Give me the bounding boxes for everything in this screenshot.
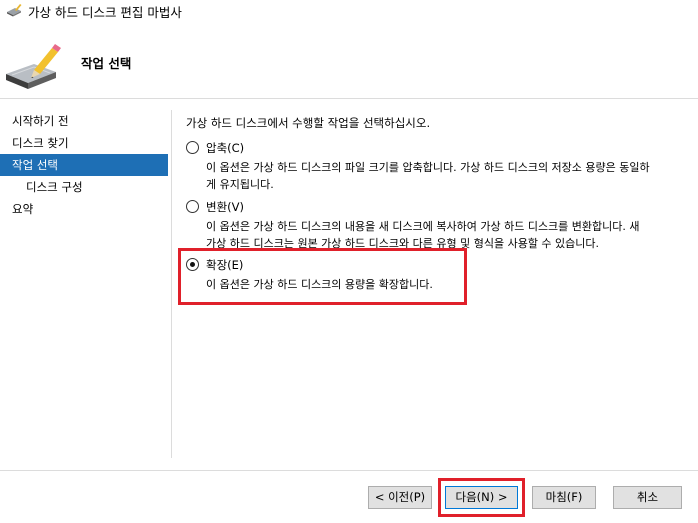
expand-radio[interactable]	[186, 258, 199, 271]
disk-edit-icon	[6, 44, 61, 89]
expand-desc-line1: 이 옵션은 가상 하드 디스크의 용량을 확장합니다.	[206, 278, 433, 291]
finish-button[interactable]: 마침(F)	[532, 486, 596, 509]
nav-item-summary[interactable]: 요약	[0, 198, 168, 220]
convert-label[interactable]: 변환(V)	[206, 199, 244, 215]
expand-label[interactable]: 확장(E)	[206, 257, 243, 273]
convert-desc-line1: 이 옵션은 가상 하드 디스크의 내용을 새 디스크에 복사하여 가상 하드 디…	[206, 220, 640, 233]
instruction-text: 가상 하드 디스크에서 수행할 작업을 선택하십시오.	[186, 116, 431, 130]
page-title: 작업 선택	[81, 56, 132, 71]
wizard-steps-nav: 시작하기 전 디스크 찾기 작업 선택 디스크 구성 요약	[0, 110, 168, 220]
compact-desc-line2: 게 유지됩니다.	[206, 178, 274, 191]
nav-divider	[171, 110, 172, 458]
window-title: 가상 하드 디스크 편집 마법사	[28, 5, 182, 20]
disk-wizard-icon	[7, 4, 22, 17]
nav-item-configure-disk[interactable]: 디스크 구성	[0, 176, 168, 198]
nav-item-locate-disk[interactable]: 디스크 찾기	[0, 132, 168, 154]
compact-desc-line1: 이 옵션은 가상 하드 디스크의 파일 크기를 압축합니다. 가상 하드 디스크…	[206, 161, 650, 174]
compact-radio[interactable]	[186, 141, 199, 154]
convert-radio[interactable]	[186, 200, 199, 213]
next-highlight-box	[438, 478, 525, 517]
previous-button[interactable]: < 이전(P)	[368, 486, 432, 509]
compact-description: 이 옵션은 가상 하드 디스크의 파일 크기를 압축합니다. 가상 하드 디스크…	[206, 159, 676, 193]
title-bar: 가상 하드 디스크 편집 마법사	[0, 0, 698, 22]
convert-description: 이 옵션은 가상 하드 디스크의 내용을 새 디스크에 복사하여 가상 하드 디…	[206, 218, 676, 252]
expand-description: 이 옵션은 가상 하드 디스크의 용량을 확장합니다.	[206, 276, 676, 293]
wizard-header: 작업 선택	[0, 22, 698, 99]
cancel-button[interactable]: 취소	[613, 486, 682, 509]
compact-label[interactable]: 압축(C)	[206, 140, 244, 156]
nav-item-choose-action[interactable]: 작업 선택	[0, 154, 168, 176]
nav-item-before-you-begin[interactable]: 시작하기 전	[0, 110, 168, 132]
footer-divider	[0, 470, 698, 471]
